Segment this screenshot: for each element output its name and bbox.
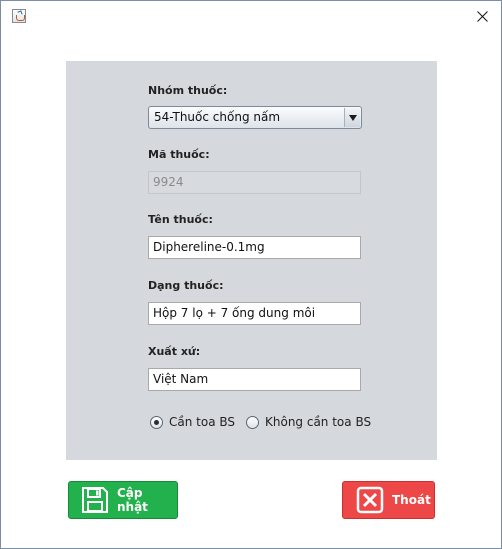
code-label: Mã thuốc:: [148, 148, 210, 161]
exit-button-label: Thoát: [392, 493, 431, 507]
radio-prescription-required[interactable]: Cần toa BS: [150, 413, 235, 431]
name-field[interactable]: Diphereline-0.1mg: [148, 236, 361, 259]
origin-label: Xuất xứ:: [148, 345, 201, 358]
form-panel: Nhóm thuốc: 54-Thuốc chống nấm Mã thuốc:…: [66, 61, 437, 460]
radio-no-prescription-label: Không cần toa BS: [265, 415, 372, 429]
origin-field[interactable]: Việt Nam: [148, 368, 361, 391]
dosage-form-field[interactable]: Hộp 7 lọ + 7 ống dung môi: [148, 302, 361, 325]
update-button-label: Cập nhật: [117, 486, 148, 514]
group-combobox[interactable]: 54-Thuốc chống nấm: [148, 106, 362, 129]
close-button[interactable]: [463, 1, 501, 32]
radio-prescription-required-label: Cần toa BS: [169, 415, 236, 429]
group-combobox-value: 54-Thuốc chống nấm: [154, 110, 281, 124]
exit-button[interactable]: Thoát: [342, 481, 435, 519]
x-box-icon: [356, 486, 384, 514]
combobox-arrow-button[interactable]: [344, 108, 360, 127]
group-label: Nhóm thuốc:: [148, 84, 228, 97]
code-field: 9924: [148, 171, 361, 194]
radio-no-prescription[interactable]: Không cần toa BS: [246, 413, 371, 431]
radio-button-checked[interactable]: [150, 415, 163, 429]
dialog-window: Nhóm thuốc: 54-Thuốc chống nấm Mã thuốc:…: [0, 0, 502, 549]
java-cup-icon: [12, 9, 26, 23]
title-bar: [1, 1, 501, 32]
chevron-down-icon: [348, 114, 357, 121]
radio-button-unchecked[interactable]: [246, 415, 259, 429]
update-button[interactable]: Cập nhật: [68, 481, 178, 519]
floppy-disk-icon: [82, 487, 108, 513]
name-label: Tên thuốc:: [148, 213, 213, 226]
close-icon: [476, 11, 488, 22]
dosage-form-label: Dạng thuốc:: [148, 279, 224, 292]
